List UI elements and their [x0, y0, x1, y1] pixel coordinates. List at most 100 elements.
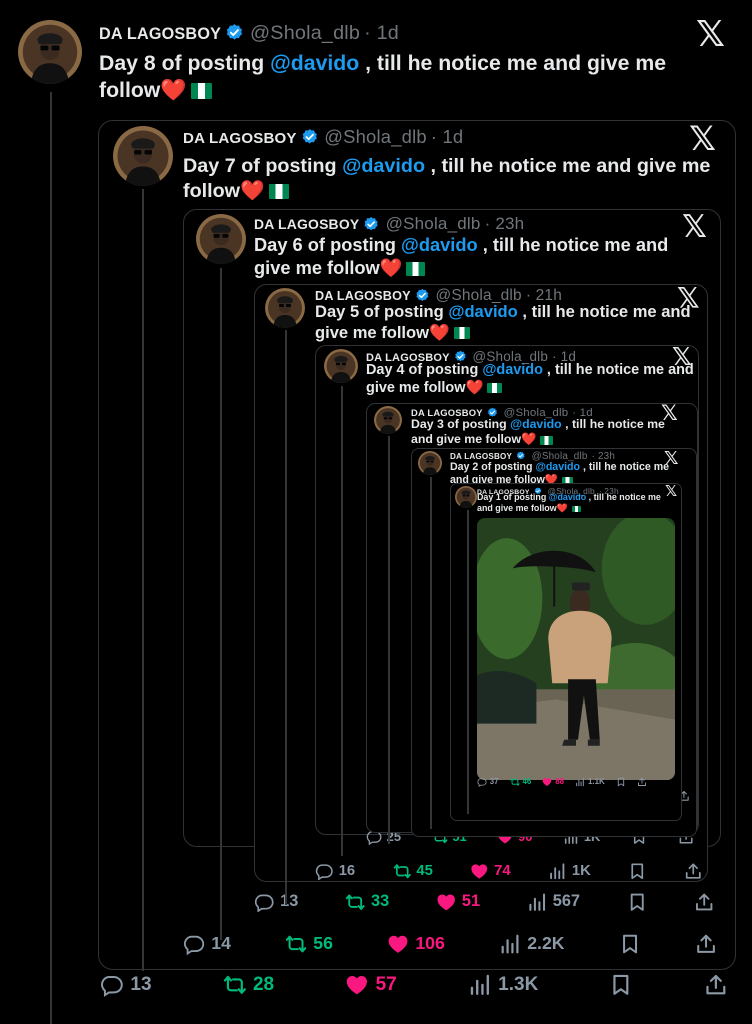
views-button[interactable]: 2.2K — [499, 933, 565, 955]
share-button[interactable] — [637, 777, 647, 787]
retweet-button[interactable]: 33 — [345, 892, 389, 912]
avatar[interactable] — [374, 406, 402, 434]
author-name[interactable]: DA LAGOSBOY — [183, 130, 297, 147]
retweet-icon — [345, 892, 365, 912]
like-button[interactable]: 106 — [387, 933, 445, 955]
mention-link[interactable]: @davido — [549, 492, 586, 502]
avatar[interactable] — [18, 20, 82, 84]
bookmark-button[interactable] — [628, 862, 647, 881]
verified-badge-icon — [301, 128, 319, 150]
quoted-tweet-card[interactable]: DA LAGOSBOY @Shola_dlb · 23h 𝕏 Day 2 of post… — [411, 448, 697, 837]
share-icon — [694, 892, 714, 912]
reply-icon — [183, 933, 205, 956]
author-row[interactable]: DA LAGOSBOY @Shola_dlb · 1d — [99, 22, 399, 47]
nigeria-flag-emoji — [268, 184, 289, 199]
main-tweet[interactable]: DA LAGOSBOY @Shola_dlb · 1d 𝕏 Day 8 of posti… — [0, 0, 752, 1024]
author-row[interactable]: DA LAGOSBOY @Shola_dlb · 23h — [254, 214, 524, 235]
quoted-tweet-card[interactable]: DA LAGOSBOY @Shola_dlb · 23h 𝕏 Day 6 of post… — [183, 209, 721, 940]
quoted-tweet-card[interactable]: DA LAGOSBOY @Shola_dlb · 23h 𝕏 Day 1 of post… — [450, 483, 682, 821]
mention-link[interactable]: @davido — [510, 417, 562, 431]
avatar[interactable] — [324, 349, 358, 383]
quoted-tweet-card[interactable]: DA LAGOSBOY @Shola_dlb · 1d 𝕏 Day 3 of posti… — [366, 403, 698, 844]
share-button[interactable] — [704, 973, 728, 997]
author-handle[interactable]: @Shola_dlb — [250, 22, 360, 44]
author-handle[interactable]: @Shola_dlb — [324, 126, 427, 147]
bookmark-button[interactable] — [609, 973, 633, 997]
thread-line — [50, 92, 52, 1024]
retweet-button[interactable]: 46 — [510, 777, 531, 787]
retweet-button-count: 28 — [252, 974, 275, 995]
mention-link[interactable]: @davido — [448, 302, 517, 321]
retweet-button-count: 56 — [313, 933, 333, 954]
share-button[interactable] — [684, 862, 703, 881]
mention-link[interactable]: @davido — [482, 362, 543, 378]
verified-badge-icon — [225, 23, 244, 47]
bookmark-icon — [628, 862, 647, 881]
text-part: Day 3 of posting — [411, 417, 511, 431]
bookmark-icon — [627, 892, 647, 912]
bookmark-button[interactable] — [627, 892, 647, 912]
reply-icon — [477, 777, 487, 787]
views-button[interactable]: 1K — [548, 862, 591, 881]
quoted-tweet-card[interactable]: DA LAGOSBOY @Shola_dlb · 1d 𝕏 Day 7 of posti… — [98, 120, 736, 971]
like-button[interactable]: 88 — [542, 777, 564, 787]
post-time: · 1d — [364, 22, 399, 44]
mention-link[interactable]: @davido — [342, 155, 425, 177]
author-name[interactable]: DA LAGOSBOY — [315, 289, 411, 303]
reply-button-count: 37 — [489, 777, 499, 787]
mention-link[interactable]: @davido — [535, 461, 580, 473]
retweet-button-count: 33 — [371, 892, 390, 911]
tweet-text: Day 1 of posting @davido , till he notic… — [477, 492, 677, 514]
reply-button[interactable]: 13 — [100, 973, 152, 997]
reply-icon — [315, 862, 334, 881]
reply-button[interactable]: 16 — [315, 862, 355, 881]
verified-badge-icon — [363, 216, 379, 235]
thread-line — [341, 386, 343, 856]
bookmark-icon — [616, 777, 626, 787]
retweet-button[interactable]: 56 — [285, 933, 333, 955]
avatar[interactable] — [455, 486, 477, 508]
x-logo-icon: 𝕏 — [696, 13, 726, 54]
like-button[interactable]: 57 — [345, 973, 397, 997]
quoted-tweet-card[interactable]: DA LAGOSBOY @Shola_dlb · 1d 𝕏 Day 4 of posti… — [315, 345, 699, 856]
avatar[interactable] — [113, 126, 173, 186]
share-button[interactable] — [694, 892, 714, 912]
quote-chain-screenshot: DA LAGOSBOY @Shola_dlb · 1d 𝕏 Day 8 of posti… — [0, 0, 752, 1024]
author-name[interactable]: DA LAGOSBOY — [450, 452, 512, 461]
author-name[interactable]: DA LAGOSBOY — [254, 216, 359, 232]
author-row[interactable]: DA LAGOSBOY @Shola_dlb · 1d — [183, 126, 463, 150]
mention-link[interactable]: @davido — [270, 51, 359, 75]
avatar[interactable] — [418, 451, 442, 475]
views-button[interactable]: 567 — [527, 892, 580, 912]
bookmark-button[interactable] — [616, 777, 626, 787]
views-button[interactable]: 1.1K — [575, 777, 605, 787]
nigeria-flag-emoji — [406, 262, 426, 276]
share-button[interactable] — [695, 933, 717, 955]
thread-line — [388, 436, 390, 844]
share-icon — [684, 862, 703, 881]
tweet-text: Day 5 of posting @davido , till he notic… — [315, 302, 699, 343]
views-button[interactable]: 1.3K — [468, 973, 538, 997]
nigeria-flag-emoji — [540, 435, 553, 445]
post-photo[interactable] — [477, 518, 675, 780]
quoted-tweet-card[interactable]: DA LAGOSBOY @Shola_dlb · 21h 𝕏 Day 5 of post… — [254, 284, 708, 905]
view-icon — [499, 933, 521, 955]
retweet-icon — [510, 777, 520, 787]
avatar[interactable] — [196, 214, 246, 264]
views-button-count: 2.2K — [527, 933, 565, 954]
mention-link[interactable]: @davido — [401, 234, 478, 255]
reply-button[interactable]: 37 — [477, 777, 499, 787]
reply-button[interactable]: 13 — [254, 892, 298, 913]
reply-button[interactable]: 14 — [183, 933, 231, 956]
retweet-button[interactable]: 45 — [393, 862, 433, 881]
like-button[interactable]: 74 — [470, 862, 511, 881]
action-bar: 13 28 57 1.3K — [100, 973, 728, 997]
share-icon — [637, 777, 647, 787]
avatar[interactable] — [265, 288, 305, 328]
bookmark-button[interactable] — [619, 933, 641, 955]
retweet-button[interactable]: 28 — [223, 973, 275, 997]
author-name[interactable]: DA LAGOSBOY — [99, 25, 221, 43]
like-icon — [542, 777, 552, 787]
author-handle[interactable]: @Shola_dlb — [386, 214, 481, 233]
like-button[interactable]: 51 — [436, 892, 480, 912]
